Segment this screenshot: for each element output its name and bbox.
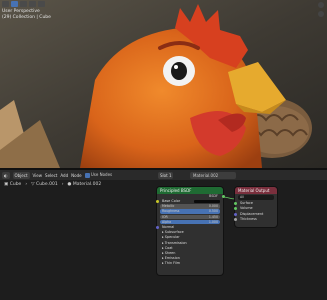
principled-bsdf-node[interactable]: Principled BSDF BSDF Base Color Metallic… [155, 187, 225, 275]
ior-field[interactable]: IOR 1.450 [160, 214, 220, 219]
alpha-field[interactable]: Alpha 1.000 [160, 219, 220, 225]
section-thin-film[interactable]: ▸ Thin Film [157, 261, 223, 266]
roughness-field[interactable]: Roughness 0.500 [160, 209, 220, 214]
thickness-input[interactable]: Thickness [233, 217, 277, 222]
material-output-node[interactable]: Material Output All Surface Volume Displ… [233, 187, 277, 227]
target-dropdown[interactable]: All [238, 195, 274, 200]
node-title[interactable]: Principled BSDF [157, 187, 223, 194]
metallic-field[interactable]: Metallic 0.000 [160, 204, 220, 209]
node-title[interactable]: Material Output [235, 187, 277, 194]
base-color-swatch[interactable] [194, 200, 220, 204]
